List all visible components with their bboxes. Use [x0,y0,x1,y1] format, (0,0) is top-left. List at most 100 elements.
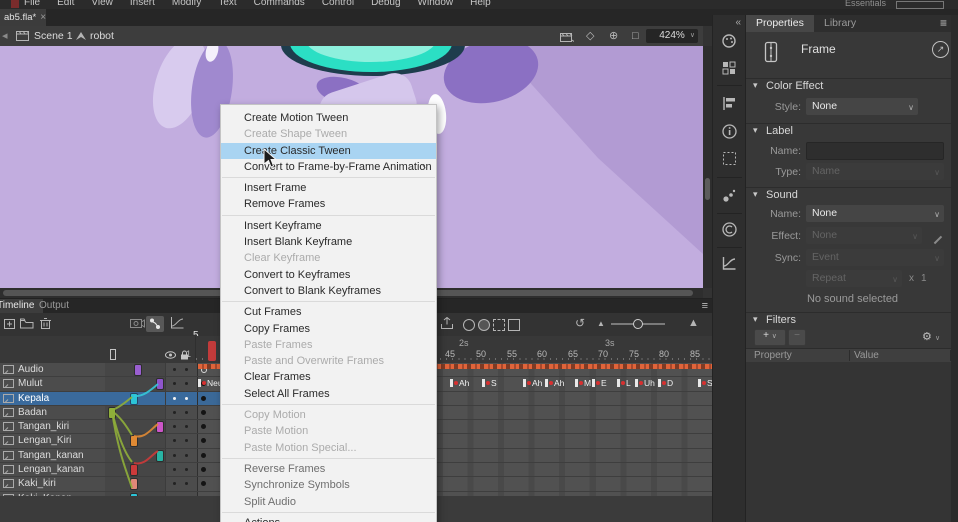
context-menu-item[interactable]: Insert Blank Keyframe › [221,234,436,250]
lock-dot[interactable] [185,439,188,442]
context-menu-item[interactable]: Insert Keyframe › [221,218,436,234]
new-folder-icon[interactable] [20,317,34,329]
layer-name-cell[interactable]: Mulut [0,377,105,390]
add-filter-button[interactable]: + ∨ [754,329,786,346]
stage-vertical-scrollbar[interactable] [703,46,712,288]
menu-item[interactable]: View [91,0,113,8]
document-tab[interactable]: ab5.fla* × [0,9,46,26]
lock-dot[interactable] [185,468,188,471]
sound-name-dropdown[interactable]: None ∨ [806,205,944,222]
parenting-marker[interactable] [157,422,163,432]
onion-skin-icon[interactable] [463,319,475,331]
properties-scrollbar[interactable] [951,15,958,522]
section-color-effect[interactable]: ▾ Color Effect [746,78,958,94]
parenting-marker[interactable] [131,394,137,404]
collapse-panels-icon[interactable]: « [735,17,741,28]
timeline-zoom-slider-knob[interactable] [633,319,643,329]
layer-name-cell[interactable]: Audio [0,363,105,376]
visibility-dot[interactable] [173,411,176,414]
search-input[interactable] [896,1,944,9]
visibility-dot[interactable] [173,425,176,428]
parenting-marker[interactable] [157,379,163,389]
info-panel-icon[interactable] [721,123,738,140]
menu-item[interactable]: Insert [130,0,155,8]
brushes-panel-icon[interactable] [721,187,738,204]
context-menu-item[interactable]: Clear Frames › [221,369,436,385]
parenting-marker[interactable] [131,465,137,475]
layer-name-cell[interactable]: Lengan_kanan [0,463,105,476]
lock-dot[interactable] [185,411,188,414]
context-menu-item[interactable]: Create Shape Tween › [221,126,436,142]
layer-parenting-toggle[interactable] [146,316,164,332]
lock-dot[interactable] [185,425,188,428]
parenting-marker[interactable] [131,479,137,489]
menu-item[interactable]: Text [218,0,236,8]
layer-toggles-cell[interactable] [165,377,197,390]
context-menu-item[interactable]: Actions › [221,515,436,522]
filter-options-button[interactable]: ⚙ ∨ [922,330,940,343]
layer-toggles-cell[interactable] [165,363,197,376]
context-menu-item[interactable]: Select All Frames › [221,386,436,402]
cc-libraries-panel-icon[interactable] [721,221,738,238]
layer-toggles-cell[interactable] [165,406,197,419]
lock-icon[interactable] [180,350,189,360]
color-panel-icon[interactable] [721,33,738,50]
visibility-dot[interactable] [173,397,176,400]
context-menu-item[interactable]: Split Audio › [221,494,436,510]
tab-properties[interactable]: Properties [746,15,814,32]
layer-toggles-cell[interactable] [165,434,197,447]
reset-timeline-zoom-icon[interactable]: ↺ [575,316,585,330]
onion-skin-outlines-icon[interactable] [478,319,490,331]
context-menu-item[interactable]: Paste Frames › [221,337,436,353]
section-label[interactable]: ▾ Label [746,123,958,139]
section-filters[interactable]: ▾ Filters [746,312,958,328]
context-menu-item[interactable]: Convert to Keyframes › [221,267,436,283]
context-menu-item[interactable]: Copy Frames › [221,321,436,337]
layer-name-cell[interactable]: Kepala [0,392,105,405]
context-menu-item[interactable]: Synchronize Symbols › [221,477,436,493]
layer-parent-cell[interactable] [105,449,165,462]
tab-output[interactable]: Output [30,299,78,313]
layer-parent-cell[interactable] [105,377,165,390]
menu-item[interactable]: Help [470,0,491,8]
workspace-switcher[interactable]: Essentials [845,0,886,8]
center-frame-icon[interactable]: ⊕ [609,29,618,43]
menu-item[interactable]: Edit [57,0,74,8]
menu-item[interactable]: Modify [172,0,201,8]
menu-item[interactable]: Commands [254,0,305,8]
context-menu-item[interactable]: Create Classic Tween › [221,143,436,159]
style-dropdown[interactable]: None ∨ [806,98,918,115]
context-menu-item[interactable]: Insert Frame › [221,180,436,196]
layer-name-cell[interactable]: Badan [0,406,105,419]
context-menu-item[interactable]: Copy Motion › [221,407,436,423]
lock-dot[interactable] [185,397,188,400]
lock-dot[interactable] [185,368,188,371]
visibility-dot[interactable] [173,468,176,471]
graph-editor-icon[interactable] [170,317,184,330]
clip-content-icon[interactable]: □ [632,29,639,43]
parenting-marker[interactable] [109,408,115,418]
panel-menu-icon[interactable]: ≡ [940,16,947,30]
layer-parent-cell[interactable] [105,363,165,376]
section-sound[interactable]: ▾ Sound [746,187,958,203]
visibility-dot[interactable] [173,482,176,485]
breadcrumb-symbol[interactable]: robot [90,26,114,46]
parenting-marker[interactable] [157,451,163,461]
layer-toggles-cell[interactable] [165,477,197,490]
new-layer-icon[interactable] [4,317,17,330]
menu-item[interactable]: File [24,0,40,8]
panel-menu-icon[interactable]: ≡ [702,299,708,313]
menu-item[interactable]: Debug [371,0,400,8]
delete-layer-trash-icon[interactable] [40,317,51,330]
context-menu-item[interactable]: Clear Keyframe › [221,250,436,266]
transform-panel-icon[interactable] [721,150,738,167]
publish-frames-icon[interactable] [440,317,454,330]
layer-toggles-cell[interactable] [165,449,197,462]
layer-name-cell[interactable]: Tangan_kiri [0,420,105,433]
visibility-dot[interactable] [173,368,176,371]
label-name-input[interactable] [806,142,944,160]
zoom-in-frames-icon[interactable]: ▲ [688,317,699,329]
layer-toggles-cell[interactable] [165,392,197,405]
layer-parent-cell[interactable] [105,420,165,433]
visibility-dot[interactable] [173,439,176,442]
